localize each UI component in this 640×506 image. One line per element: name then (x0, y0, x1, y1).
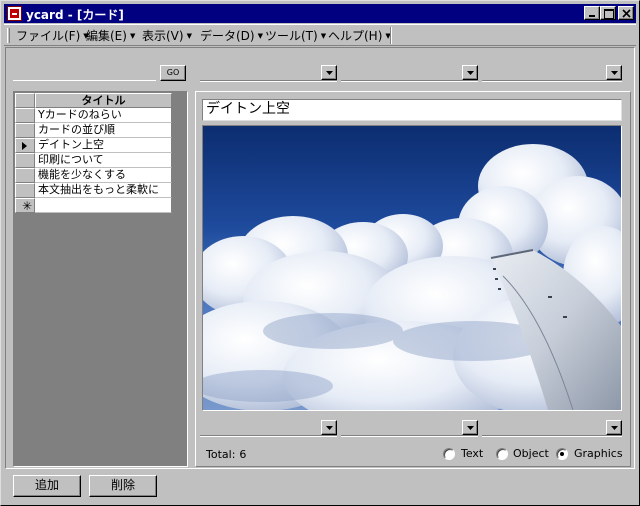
table-row[interactable]: 本文抽出をもっと柔軟に (15, 183, 172, 198)
chevron-down-icon (326, 71, 333, 75)
close-button[interactable] (618, 6, 634, 20)
radio-graphics-button[interactable] (556, 448, 568, 460)
title-cell[interactable]: 本文抽出をもっと柔軟に (35, 183, 172, 198)
attr-combo-3[interactable] (482, 420, 622, 437)
table-row[interactable]: 機能を少なくする (15, 168, 172, 183)
chevron-down-icon: ▼ (320, 32, 327, 40)
title-cell[interactable]: Yカードのねらい (35, 108, 172, 123)
table-row[interactable]: Yカードのねらい (15, 108, 172, 123)
chevron-down-icon (611, 71, 618, 75)
row-selector[interactable] (15, 153, 35, 168)
new-record-row[interactable]: ✳ (15, 198, 172, 213)
chevron-down-icon (467, 71, 474, 75)
attr-combo-1[interactable] (200, 420, 337, 437)
minimize-button[interactable] (584, 6, 600, 20)
menu-edit[interactable]: 編集(E) ▼ (86, 28, 135, 44)
filter-combo-3[interactable] (482, 65, 622, 82)
menu-help[interactable]: ヘルプ(H) ▼ (328, 28, 391, 44)
attr-combo-2-dropdown[interactable] (462, 420, 478, 435)
attr-combo-2[interactable] (341, 420, 478, 437)
chevron-down-icon: ▼ (129, 32, 136, 40)
window-title: ycard - [カード] (26, 8, 124, 22)
title-cell[interactable]: 印刷について (35, 153, 172, 168)
menu-grip[interactable] (7, 28, 10, 43)
menu-file[interactable]: ファイル(F) ▼ (16, 28, 89, 44)
row-selector[interactable] (15, 168, 35, 183)
title-cell-new[interactable] (35, 198, 172, 213)
card-picture[interactable] (202, 125, 622, 411)
chevron-down-icon (611, 426, 618, 430)
attr-combo-3-dropdown[interactable] (606, 420, 622, 435)
row-selector[interactable] (15, 123, 35, 138)
title-bar[interactable]: ycard - [カード] (4, 4, 636, 23)
filter-combo-2[interactable] (341, 65, 478, 82)
radio-graphics-label[interactable]: Graphics (574, 447, 623, 460)
app-window: ycard - [カード] ファイル(F) ▼ 編集(E) ▼ 表示(V) ▼ データ… (0, 0, 640, 506)
card-title-field[interactable]: デイトン上空 (202, 99, 622, 121)
record-pointer-icon (22, 142, 27, 150)
add-button[interactable]: 追加 (13, 475, 81, 497)
radio-object-label[interactable]: Object (513, 447, 549, 460)
search-input[interactable] (13, 65, 156, 81)
chevron-down-icon: ▼ (186, 32, 192, 40)
chevron-down-icon (326, 426, 333, 430)
title-cell[interactable]: 機能を少なくする (35, 168, 172, 183)
table-row-current[interactable]: デイトン上空 (15, 138, 172, 153)
select-all-corner[interactable] (15, 93, 35, 108)
total-label: Total: (206, 448, 236, 461)
new-record-icon: ✳ (22, 199, 33, 213)
close-icon (622, 9, 631, 18)
row-selector[interactable] (15, 108, 35, 123)
row-selector[interactable] (15, 183, 35, 198)
table-row[interactable]: カードの並び順 (15, 123, 172, 138)
title-cell[interactable]: デイトン上空 (35, 138, 172, 153)
sky-photo (203, 126, 621, 410)
filter-combo-1[interactable] (200, 65, 337, 82)
column-header-title[interactable]: タイトル (35, 93, 172, 108)
menu-tools[interactable]: ツール(T) ▼ (265, 28, 326, 44)
menu-data[interactable]: データ(D) ▼ (200, 28, 263, 44)
filter-combo-1-dropdown[interactable] (321, 65, 337, 80)
row-selector[interactable]: ✳ (15, 198, 35, 213)
total-value: 6 (239, 448, 247, 461)
record-grid: タイトル Yカードのねらい カードの並び順 デイトン上空 印刷について 機能を少… (13, 91, 188, 467)
ycard-app-icon[interactable] (7, 6, 22, 21)
maximize-button[interactable] (600, 6, 616, 20)
table-row[interactable]: 印刷について (15, 153, 172, 168)
filter-combo-3-dropdown[interactable] (606, 65, 622, 80)
radio-text-button[interactable] (443, 448, 455, 460)
chevron-down-icon: ▼ (257, 32, 263, 40)
title-cell[interactable]: カードの並び順 (35, 123, 172, 138)
record-total: Total: 6 (206, 448, 246, 461)
row-selector[interactable] (15, 138, 35, 153)
radio-object-button[interactable] (496, 448, 508, 460)
chevron-down-icon (467, 426, 474, 430)
menu-view[interactable]: 表示(V) ▼ (142, 28, 192, 44)
menu-separator (390, 27, 392, 44)
menu-bar: ファイル(F) ▼ 編集(E) ▼ 表示(V) ▼ データ(D) ▼ ツール(T) ▼ ヘ… (4, 24, 636, 46)
filter-combo-2-dropdown[interactable] (462, 65, 478, 80)
radio-text-label[interactable]: Text (461, 447, 483, 460)
attr-combo-1-dropdown[interactable] (321, 420, 337, 435)
go-button[interactable]: GO (160, 65, 186, 81)
grid-header-row: タイトル (15, 93, 172, 108)
delete-button[interactable]: 削除 (89, 475, 157, 497)
